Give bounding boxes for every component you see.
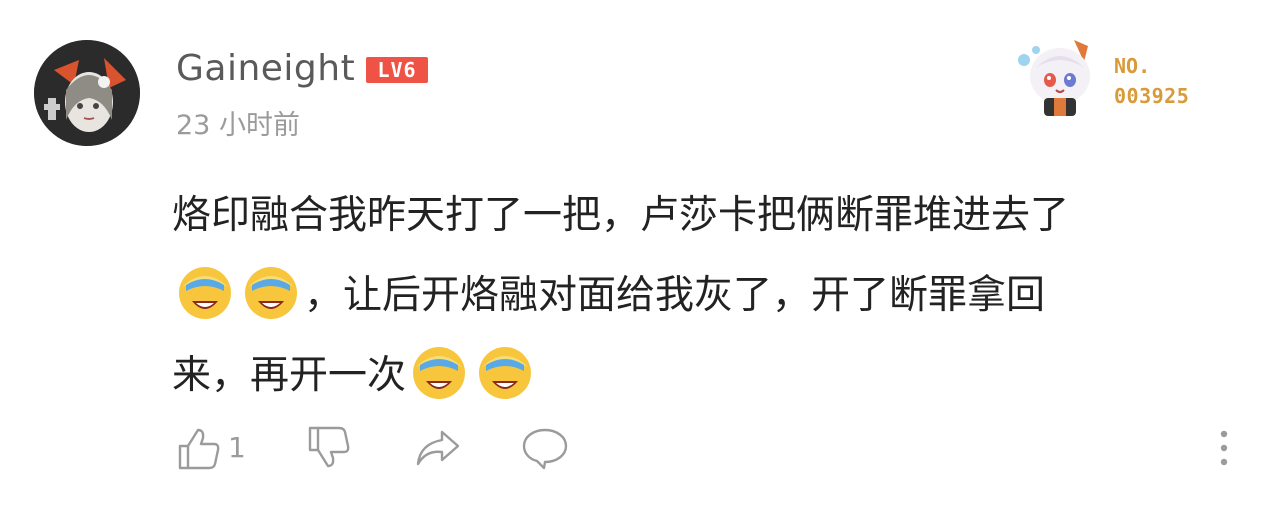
- medal-number: 003925: [1114, 84, 1190, 108]
- comment-text: 烙印融合我昨天打了一把，卢莎卡把俩断罪堆进去了 ，让后开烙融对面给我灰了，开了断…: [172, 176, 1212, 416]
- laughing-tears-emoji-icon: [176, 263, 234, 321]
- comment-segment-3: 来，再开一次: [172, 353, 407, 398]
- username[interactable]: Gaineight: [176, 46, 355, 92]
- laughing-tears-emoji-icon: [410, 343, 468, 401]
- dislike-button[interactable]: [306, 424, 352, 472]
- laughing-tears-emoji-icon: [476, 343, 534, 401]
- like-count: 1: [228, 431, 246, 464]
- level-badge: LV6: [366, 57, 428, 83]
- thumbs-down-icon: [308, 426, 350, 468]
- like-button[interactable]: [176, 424, 222, 472]
- comment-segment-1: 烙印融合我昨天打了一把，卢莎卡把俩断罪堆进去了: [172, 193, 1070, 238]
- mascot-medal-icon: [1014, 36, 1106, 120]
- thumbs-up-icon: [178, 428, 220, 470]
- comment-segment-2: ，让后开烙融对面给我灰了，开了断罪拿回: [304, 273, 1046, 318]
- share-button[interactable]: [414, 424, 462, 472]
- user-avatar[interactable]: [34, 40, 140, 146]
- reply-button[interactable]: [520, 424, 570, 472]
- more-vertical-icon: [1220, 430, 1228, 466]
- share-icon: [416, 430, 460, 466]
- more-options-button[interactable]: [1214, 428, 1234, 468]
- comment-icon: [522, 428, 568, 470]
- medal-no-label: NO.: [1114, 54, 1151, 78]
- laughing-tears-emoji-icon: [242, 263, 300, 321]
- timestamp: 23 小时前: [176, 110, 300, 141]
